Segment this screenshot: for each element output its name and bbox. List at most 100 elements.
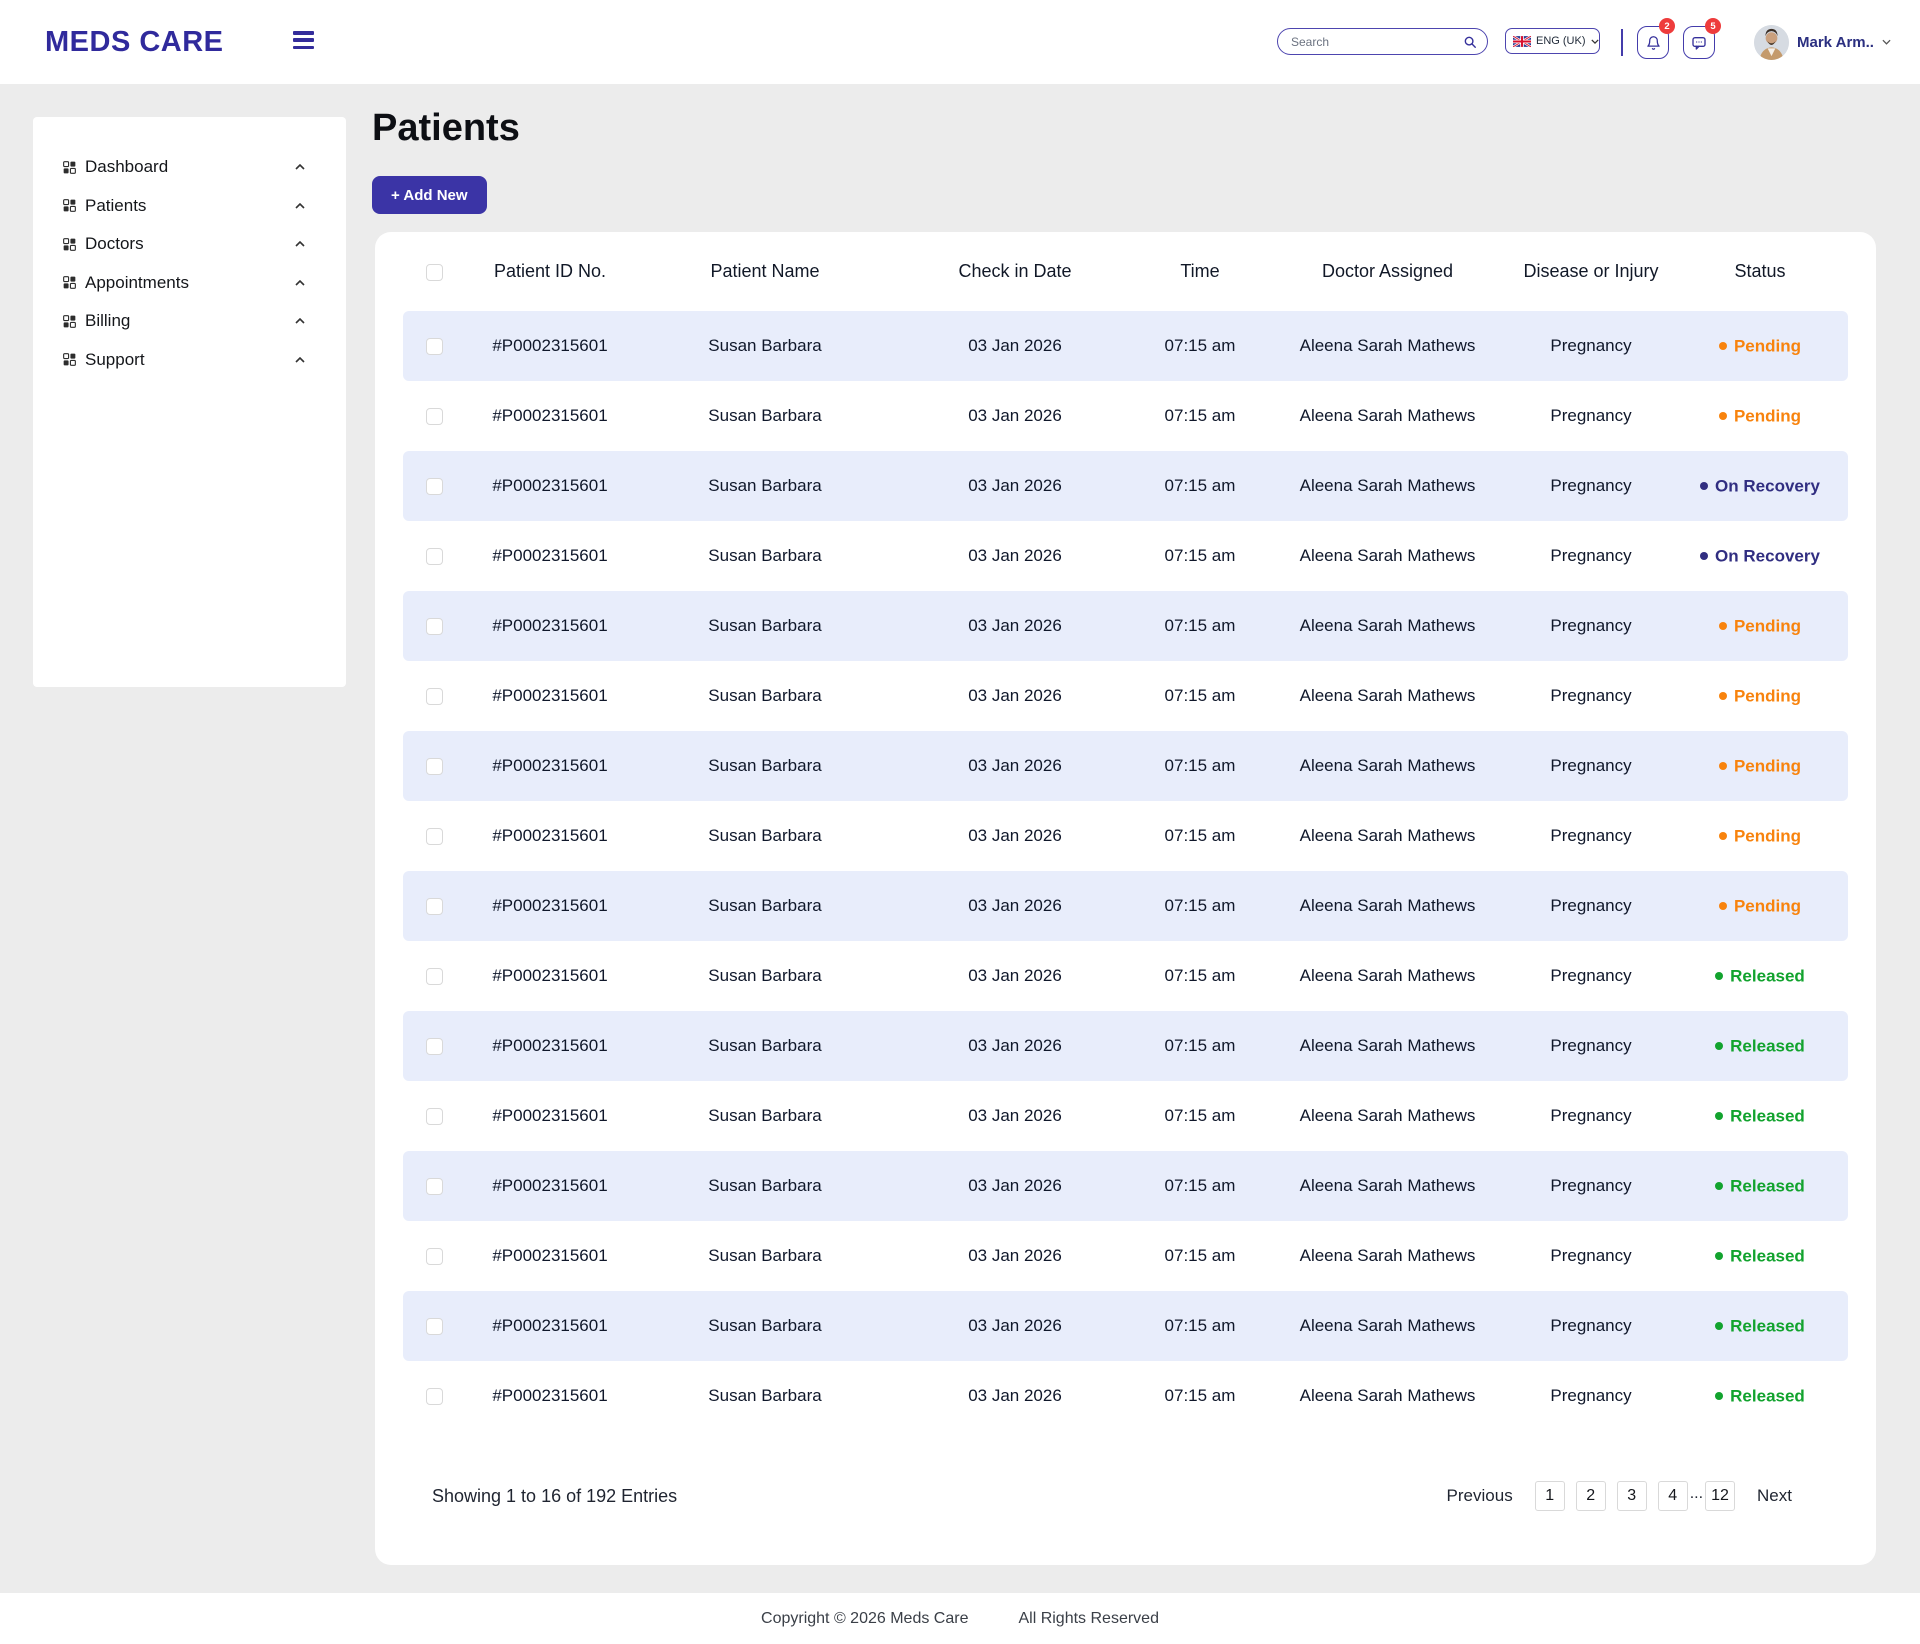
column-header: Time [1135, 232, 1265, 311]
search-icon[interactable] [1463, 35, 1477, 54]
table-row: #P0002315601Susan Barbara03 Jan 202607:1… [403, 451, 1848, 521]
cell-time: 07:15 am [1135, 801, 1265, 871]
column-header: Status [1672, 232, 1848, 311]
sidebar-item-label: Appointments [85, 273, 189, 293]
row-checkbox[interactable] [426, 1318, 443, 1335]
chat-icon [1691, 35, 1707, 51]
cell-time: 07:15 am [1135, 311, 1265, 381]
grid-icon [63, 276, 76, 289]
hamburger-menu-icon[interactable] [293, 31, 315, 53]
cell-disease: Pregnancy [1510, 311, 1672, 381]
sidebar-item-doctors[interactable]: Doctors [33, 225, 346, 264]
language-label: ENG (UK) [1536, 35, 1586, 47]
table-row: #P0002315601Susan Barbara03 Jan 202607:1… [403, 521, 1848, 591]
previous-page-button[interactable]: Previous [1447, 1486, 1513, 1506]
cell-checkin-date: 03 Jan 2026 [895, 1081, 1135, 1151]
chevron-up-icon [295, 241, 305, 247]
cell-patient-name: Susan Barbara [635, 311, 895, 381]
row-checkbox[interactable] [426, 828, 443, 845]
row-checkbox[interactable] [426, 898, 443, 915]
row-checkbox[interactable] [426, 688, 443, 705]
table-row: #P0002315601Susan Barbara03 Jan 202607:1… [403, 1011, 1848, 1081]
cell-patient-id: #P0002315601 [465, 381, 635, 451]
cell-doctor-assigned: Aleena Sarah Mathews [1265, 451, 1510, 521]
row-checkbox[interactable] [426, 1178, 443, 1195]
cell-status: Released [1672, 1221, 1848, 1291]
patients-table: Patient ID No.Patient NameCheck in DateT… [403, 232, 1848, 1431]
sidebar-item-appointments[interactable]: Appointments [33, 264, 346, 303]
status-label: Released [1730, 1036, 1805, 1055]
cell-status: Pending [1672, 731, 1848, 801]
table-row: #P0002315601Susan Barbara03 Jan 202607:1… [403, 871, 1848, 941]
cell-time: 07:15 am [1135, 591, 1265, 661]
row-checkbox[interactable] [426, 1248, 443, 1265]
status-label: Pending [1734, 616, 1801, 635]
cell-status: Released [1672, 1011, 1848, 1081]
page-button-1[interactable]: 1 [1535, 1481, 1565, 1511]
status-label: Pending [1734, 896, 1801, 915]
row-checkbox[interactable] [426, 1108, 443, 1125]
sidebar-item-billing[interactable]: Billing [33, 302, 346, 341]
cell-doctor-assigned: Aleena Sarah Mathews [1265, 591, 1510, 661]
cell-doctor-assigned: Aleena Sarah Mathews [1265, 1081, 1510, 1151]
sidebar-item-dashboard[interactable]: Dashboard [33, 148, 346, 187]
row-checkbox[interactable] [426, 408, 443, 425]
cell-patient-name: Susan Barbara [635, 451, 895, 521]
status-label: Released [1730, 1316, 1805, 1335]
row-checkbox[interactable] [426, 478, 443, 495]
grid-icon [63, 353, 76, 366]
next-page-button[interactable]: Next [1757, 1486, 1792, 1506]
table-row: #P0002315601Susan Barbara03 Jan 202607:1… [403, 941, 1848, 1011]
column-header: Check in Date [895, 232, 1135, 311]
cell-patient-id: #P0002315601 [465, 591, 635, 661]
sidebar-item-support[interactable]: Support [33, 341, 346, 380]
status-dot-icon [1719, 622, 1727, 630]
add-new-button[interactable]: + Add New [372, 176, 487, 214]
table-row: #P0002315601Susan Barbara03 Jan 202607:1… [403, 1081, 1848, 1151]
cell-doctor-assigned: Aleena Sarah Mathews [1265, 1011, 1510, 1081]
chevron-up-icon [295, 357, 305, 363]
status-dot-icon [1715, 1182, 1723, 1190]
row-checkbox[interactable] [426, 758, 443, 775]
cell-disease: Pregnancy [1510, 661, 1672, 731]
language-selector[interactable]: ENG (UK) [1505, 28, 1600, 54]
search-input[interactable] [1291, 30, 1456, 53]
cell-doctor-assigned: Aleena Sarah Mathews [1265, 311, 1510, 381]
status-label: Pending [1734, 826, 1801, 845]
status-label: Pending [1734, 756, 1801, 775]
row-checkbox[interactable] [426, 1388, 443, 1405]
user-menu[interactable]: Mark Arm.. [1754, 24, 1891, 60]
sidebar-item-patients[interactable]: Patients [33, 187, 346, 226]
table-row: #P0002315601Susan Barbara03 Jan 202607:1… [403, 801, 1848, 871]
cell-status: Pending [1672, 591, 1848, 661]
cell-checkin-date: 03 Jan 2026 [895, 941, 1135, 1011]
cell-time: 07:15 am [1135, 731, 1265, 801]
page-button-12[interactable]: 12 [1705, 1481, 1735, 1511]
patients-table-card: Patient ID No.Patient NameCheck in DateT… [375, 232, 1876, 1565]
table-row: #P0002315601Susan Barbara03 Jan 202607:1… [403, 1291, 1848, 1361]
status-dot-icon [1719, 762, 1727, 770]
sidebar: DashboardPatientsDoctors Appointments Bill… [33, 117, 346, 687]
page-number-list: 1234 [1535, 1481, 1688, 1511]
chevron-up-icon [295, 318, 305, 324]
row-checkbox[interactable] [426, 1038, 443, 1055]
page-button-3[interactable]: 3 [1617, 1481, 1647, 1511]
select-all-checkbox[interactable] [426, 264, 443, 281]
cell-time: 07:15 am [1135, 381, 1265, 451]
row-checkbox[interactable] [426, 968, 443, 985]
cell-patient-id: #P0002315601 [465, 661, 635, 731]
cell-patient-name: Susan Barbara [635, 871, 895, 941]
page-button-4[interactable]: 4 [1658, 1481, 1688, 1511]
cell-status: Released [1672, 1291, 1848, 1361]
cell-status: Released [1672, 941, 1848, 1011]
status-label: On Recovery [1715, 476, 1820, 495]
status-dot-icon [1719, 832, 1727, 840]
cell-status: On Recovery [1672, 451, 1848, 521]
row-checkbox[interactable] [426, 618, 443, 635]
cell-doctor-assigned: Aleena Sarah Mathews [1265, 871, 1510, 941]
row-checkbox[interactable] [426, 548, 443, 565]
cell-patient-name: Susan Barbara [635, 941, 895, 1011]
page-button-2[interactable]: 2 [1576, 1481, 1606, 1511]
cell-checkin-date: 03 Jan 2026 [895, 311, 1135, 381]
row-checkbox[interactable] [426, 338, 443, 355]
